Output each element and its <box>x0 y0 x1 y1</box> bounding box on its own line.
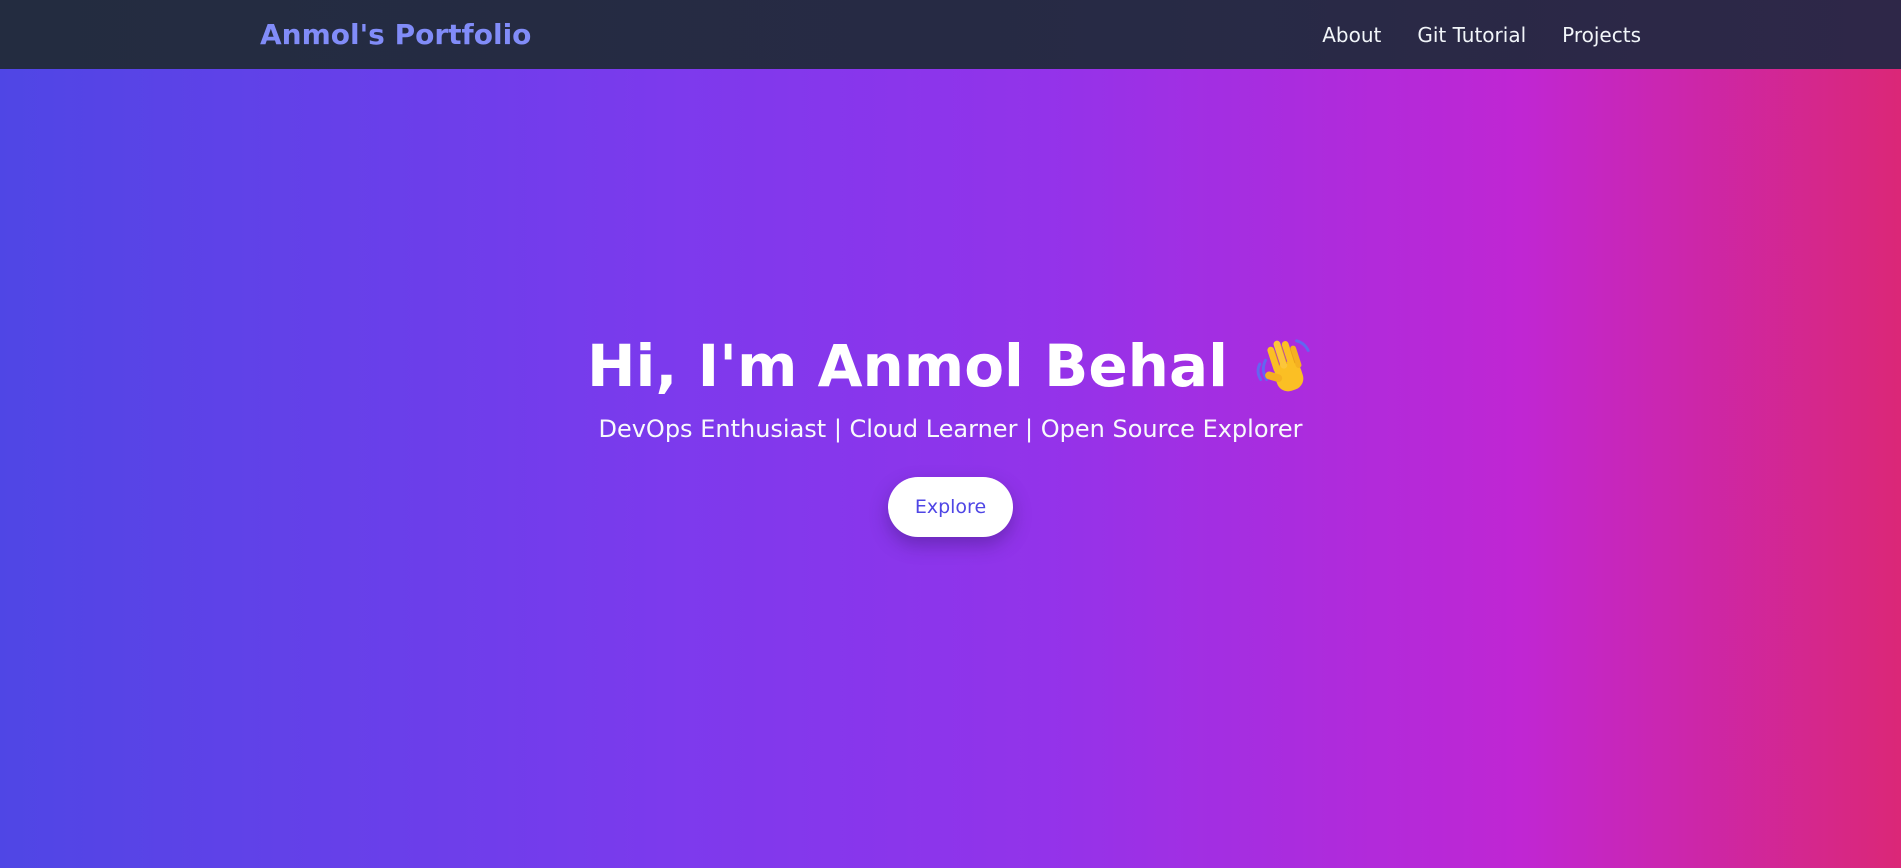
hero-title: Hi, I'm Anmol Behal <box>587 331 1314 401</box>
page: Anmol's Portfolio About Git Tutorial Pro… <box>0 0 1901 868</box>
nav-link-about[interactable]: About <box>1322 23 1381 47</box>
waving-hand-icon <box>1252 335 1314 397</box>
brand-logo-link[interactable]: Anmol's Portfolio <box>260 18 531 51</box>
nav-link-projects[interactable]: Projects <box>1562 23 1641 47</box>
hero-title-text: Hi, I'm Anmol Behal <box>586 332 1228 400</box>
hero-section: Hi, I'm Anmol Behal DevOps Enthusiast | … <box>0 69 1901 868</box>
hero-subtitle: DevOps Enthusiast | Cloud Learner | Open… <box>598 415 1303 443</box>
explore-button[interactable]: Explore <box>888 477 1013 537</box>
top-navbar: Anmol's Portfolio About Git Tutorial Pro… <box>0 0 1901 69</box>
nav-links: About Git Tutorial Projects <box>1322 23 1641 47</box>
nav-link-git-tutorial[interactable]: Git Tutorial <box>1417 23 1526 47</box>
